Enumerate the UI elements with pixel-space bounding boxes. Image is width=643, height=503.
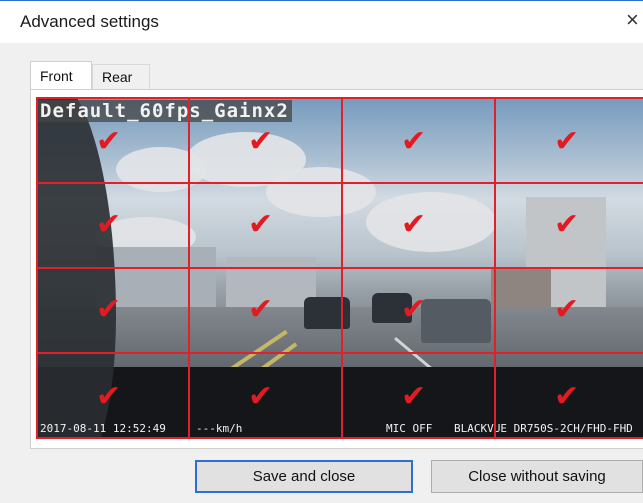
grid-cell-r1c3[interactable]: ✔ (341, 97, 496, 184)
check-icon: ✔ (96, 207, 122, 242)
tab-rear[interactable]: Rear (92, 64, 150, 91)
grid-cell-r3c4[interactable]: ✔ (494, 267, 643, 354)
grid-cell-r3c1[interactable]: ✔ (36, 267, 190, 354)
grid-cell-r4c1[interactable]: ✔ (36, 352, 190, 439)
grid-cell-r4c4[interactable]: ✔ (494, 352, 643, 439)
grid-cell-r2c2[interactable]: ✔ (188, 182, 343, 269)
grid-cell-r4c3[interactable]: ✔ (341, 352, 496, 439)
grid-cell-r1c1[interactable]: ✔ (36, 97, 190, 184)
grid-cell-r4c2[interactable]: ✔ (188, 352, 343, 439)
check-icon: ✔ (248, 379, 274, 414)
check-icon: ✔ (401, 292, 427, 327)
advanced-settings-dialog: Advanced settings × Front Rear Default_6… (0, 0, 643, 503)
check-icon: ✔ (401, 124, 427, 159)
exposure-region-grid: ✔ ✔ ✔ ✔ ✔ ✔ ✔ ✔ ✔ ✔ ✔ ✔ ✔ ✔ ✔ ✔ (36, 97, 643, 439)
close-without-saving-button[interactable]: Close without saving (431, 460, 643, 493)
grid-cell-r2c1[interactable]: ✔ (36, 182, 190, 269)
check-icon: ✔ (554, 207, 580, 242)
check-icon: ✔ (248, 207, 274, 242)
grid-cell-r3c3[interactable]: ✔ (341, 267, 496, 354)
save-and-close-button[interactable]: Save and close (195, 460, 413, 493)
window-title: Advanced settings (20, 12, 159, 31)
check-icon: ✔ (96, 379, 122, 414)
check-icon: ✔ (554, 124, 580, 159)
grid-cell-r3c2[interactable]: ✔ (188, 267, 343, 354)
check-icon: ✔ (554, 379, 580, 414)
title-bar: Advanced settings × (0, 1, 643, 43)
grid-cell-r1c2[interactable]: ✔ (188, 97, 343, 184)
grid-cell-r2c4[interactable]: ✔ (494, 182, 643, 269)
check-icon: ✔ (248, 292, 274, 327)
grid-cell-r2c3[interactable]: ✔ (341, 182, 496, 269)
check-icon: ✔ (401, 207, 427, 242)
grid-cell-r1c4[interactable]: ✔ (494, 97, 643, 184)
check-icon: ✔ (554, 292, 580, 327)
check-icon: ✔ (248, 124, 274, 159)
close-icon[interactable]: × (626, 9, 639, 31)
check-icon: ✔ (401, 379, 427, 414)
check-icon: ✔ (96, 124, 122, 159)
camera-preview: Default_60fps_Gainx2 2017-08-11 12:52:49… (36, 97, 643, 439)
check-icon: ✔ (96, 292, 122, 327)
